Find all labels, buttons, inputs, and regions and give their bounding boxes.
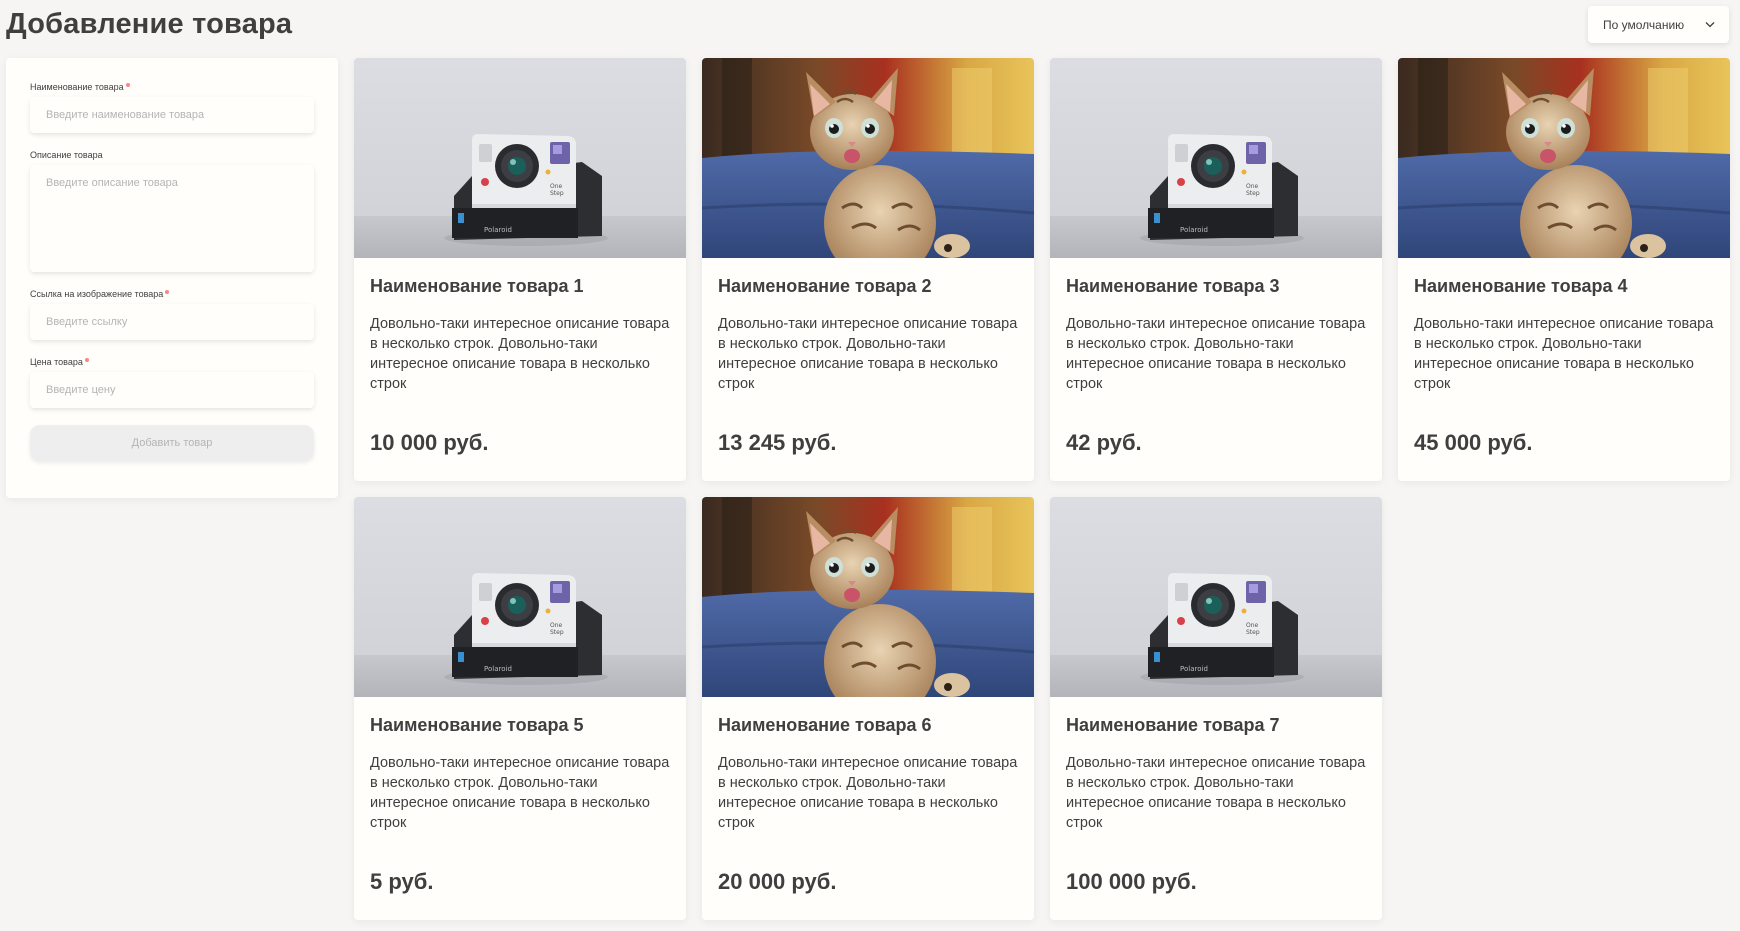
svg-text:Polaroid: Polaroid <box>484 665 512 673</box>
product-card[interactable]: Наименование товара 6 Довольно-таки интер… <box>702 497 1034 920</box>
product-name: Наименование товара 2 <box>718 276 932 296</box>
price-label: Цена товара <box>30 357 314 367</box>
product-info: Наименование товара 5 Довольно-таки интер… <box>354 697 686 895</box>
product-description: Довольно-таки интересное описание товара… <box>718 755 1018 831</box>
kitten-image <box>702 58 1034 258</box>
product-name-input[interactable] <box>30 97 314 133</box>
add-product-form: Наименование товара Описание товара Ссыл… <box>6 58 338 498</box>
product-card[interactable]: One Step Polaroid Наименование товара 1 Д… <box>354 58 686 481</box>
image-link-label: Ссылка на изображение товара <box>30 289 314 299</box>
product-image: One Step Polaroid <box>354 497 686 697</box>
product-info: Наименование товара 1 Довольно-таки интер… <box>354 258 686 456</box>
product-price: 5 руб. <box>370 869 434 894</box>
product-image <box>702 58 1034 258</box>
add-product-button[interactable]: Добавить товар <box>30 425 314 461</box>
product-price: 10 000 руб. <box>370 430 489 455</box>
product-info: Наименование товара 2 Довольно-таки интер… <box>702 258 1034 456</box>
product-name: Наименование товара 6 <box>718 715 932 735</box>
product-description: Довольно-таки интересное описание товара… <box>718 316 1018 392</box>
product-image: One Step Polaroid <box>1050 58 1382 258</box>
sort-select-value: По умолчанию <box>1603 17 1685 32</box>
svg-text:Polaroid: Polaroid <box>484 226 512 234</box>
svg-text:Polaroid: Polaroid <box>1180 665 1208 673</box>
product-price: 45 000 руб. <box>1414 430 1533 455</box>
description-label: Описание товара <box>30 150 103 160</box>
kitten-image <box>702 497 1034 697</box>
product-card[interactable]: One Step Polaroid Наименование товара 3 Д… <box>1050 58 1382 481</box>
product-name: Наименование товара 1 <box>370 276 584 296</box>
camera-image: One Step Polaroid <box>354 497 686 697</box>
product-info: Наименование товара 3 Довольно-таки интер… <box>1050 258 1382 456</box>
name-field-group: Наименование товара <box>30 82 314 133</box>
product-info: Наименование товара 4 Довольно-таки интер… <box>1398 258 1730 456</box>
name-label: Наименование товара <box>30 82 314 92</box>
camera-image: One Step Polaroid <box>354 58 686 258</box>
required-indicator <box>165 290 170 294</box>
product-info: Наименование товара 6 Довольно-таки интер… <box>702 697 1034 895</box>
product-card[interactable]: Наименование товара 2 Довольно-таки интер… <box>702 58 1034 481</box>
camera-image: One Step Polaroid <box>1050 58 1382 258</box>
product-price: 13 245 руб. <box>718 430 837 455</box>
product-card[interactable]: One Step Polaroid Наименование товара 5 Д… <box>354 497 686 920</box>
required-indicator <box>84 358 89 362</box>
product-description: Довольно-таки интересное описание товара… <box>1066 316 1366 392</box>
product-info: Наименование товара 7 Довольно-таки интер… <box>1050 697 1382 895</box>
product-description: Довольно-таки интересное описание товара… <box>370 755 670 831</box>
image-field-group: Ссылка на изображение товара <box>30 289 314 340</box>
product-name: Наименование товара 3 <box>1066 276 1280 296</box>
svg-text:Polaroid: Polaroid <box>1180 226 1208 234</box>
required-indicator <box>125 83 130 87</box>
svg-text:One: One <box>550 183 563 190</box>
svg-text:Step: Step <box>550 190 564 197</box>
camera-image: One Step Polaroid <box>1050 497 1382 697</box>
product-price: 20 000 руб. <box>718 869 837 894</box>
product-description: Довольно-таки интересное описание товара… <box>1066 755 1366 831</box>
price-input[interactable] <box>30 372 314 408</box>
svg-text:One: One <box>1246 622 1259 629</box>
product-price: 100 000 руб. <box>1066 869 1197 894</box>
product-grid: One Step Polaroid Наименование товара 1 Д… <box>354 58 1730 920</box>
image-link-input[interactable] <box>30 304 314 340</box>
product-description-input[interactable] <box>30 165 314 272</box>
chevron-down-icon <box>1705 21 1715 28</box>
product-image: One Step Polaroid <box>354 58 686 258</box>
product-price: 42 руб. <box>1066 430 1142 455</box>
product-image <box>1398 58 1730 258</box>
product-card[interactable]: Наименование товара 4 Довольно-таки интер… <box>1398 58 1730 481</box>
svg-text:One: One <box>1246 183 1259 190</box>
svg-text:Step: Step <box>1246 190 1260 197</box>
product-name: Наименование товара 4 <box>1414 276 1628 296</box>
product-image <box>702 497 1034 697</box>
svg-text:Step: Step <box>550 629 564 636</box>
kitten-image <box>1398 58 1730 258</box>
product-image: One Step Polaroid <box>1050 497 1382 697</box>
product-name: Наименование товара 5 <box>370 715 584 735</box>
page-title: Добавление товара <box>6 8 293 40</box>
product-name: Наименование товара 7 <box>1066 715 1280 735</box>
product-description: Довольно-таки интересное описание товара… <box>370 316 670 392</box>
product-card[interactable]: One Step Polaroid Наименование товара 7 Д… <box>1050 497 1382 920</box>
sort-select[interactable]: По умолчанию <box>1588 6 1729 43</box>
price-field-group: Цена товара <box>30 357 314 408</box>
svg-text:Step: Step <box>1246 629 1260 636</box>
product-description: Довольно-таки интересное описание товара… <box>1414 316 1714 392</box>
desc-field-group: Описание товара <box>30 150 314 272</box>
svg-text:One: One <box>550 622 563 629</box>
